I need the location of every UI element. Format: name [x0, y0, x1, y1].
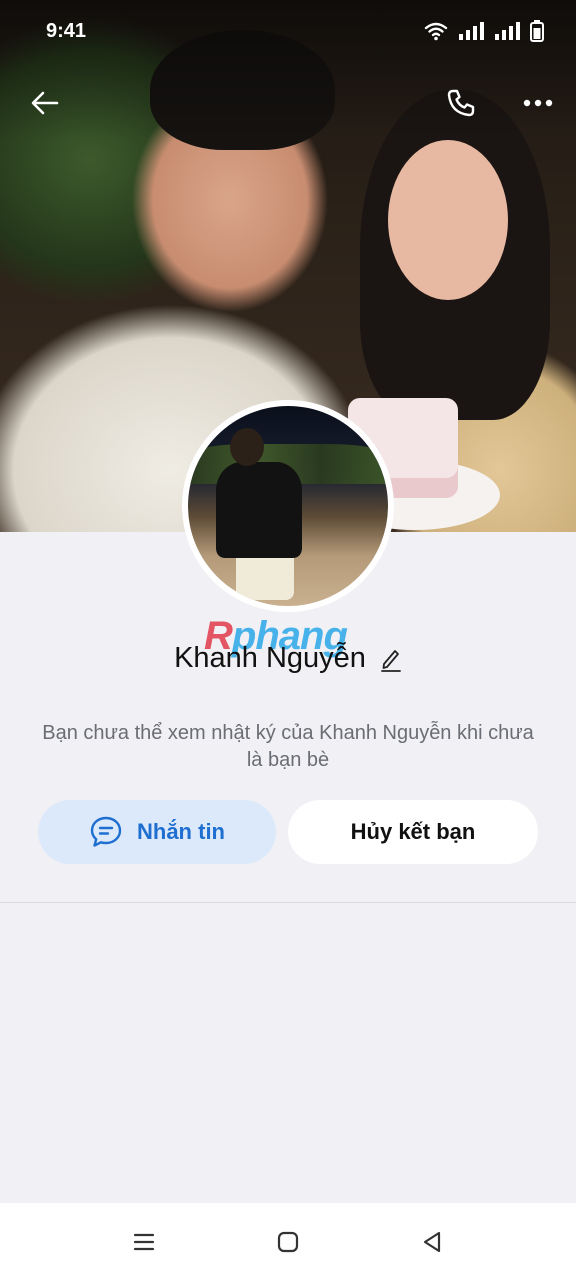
privacy-notice: Bạn chưa thể xem nhật ký của Khanh Nguyễ… — [42, 722, 534, 771]
nav-menu-button[interactable] — [129, 1227, 159, 1257]
menu-icon — [133, 1233, 155, 1251]
back-button[interactable] — [26, 84, 64, 122]
unfriend-button[interactable]: Hủy kết bạn — [288, 800, 538, 864]
chat-bubble-icon — [90, 816, 122, 847]
home-square-icon — [277, 1231, 299, 1253]
arrow-left-icon — [31, 91, 59, 115]
status-time: 9:41 — [46, 20, 87, 42]
status-bar: 9:41 — [0, 0, 576, 62]
more-horizontal-icon — [523, 99, 553, 107]
cover-photo-detail — [388, 140, 508, 300]
message-button-label: Nhắn tin — [137, 819, 225, 844]
back-triangle-icon — [423, 1231, 441, 1253]
wifi-icon — [424, 22, 448, 41]
nav-back-button[interactable] — [417, 1227, 447, 1257]
message-button[interactable]: Nhắn tin — [38, 800, 276, 864]
profile-name-row: Khanh Nguyễn — [0, 642, 576, 675]
unfriend-button-label: Hủy kết bạn — [350, 819, 476, 844]
battery-icon — [530, 20, 544, 42]
call-button[interactable] — [442, 84, 480, 122]
profile-avatar[interactable] — [182, 400, 394, 612]
more-options-button[interactable] — [518, 84, 558, 122]
avatar-photo-detail — [230, 428, 264, 466]
signal-icon — [495, 22, 520, 40]
avatar-photo — [188, 406, 388, 606]
pencil-icon[interactable] — [380, 646, 402, 672]
status-icons — [424, 20, 544, 42]
phone-icon — [447, 89, 475, 117]
system-nav-bar — [0, 1203, 576, 1280]
profile-name: Khanh Nguyễn — [174, 642, 366, 674]
nav-home-button[interactable] — [273, 1227, 303, 1257]
top-action-bar — [0, 78, 576, 128]
signal-icon — [459, 22, 484, 40]
section-divider — [0, 902, 576, 903]
avatar-photo-detail — [216, 462, 302, 558]
